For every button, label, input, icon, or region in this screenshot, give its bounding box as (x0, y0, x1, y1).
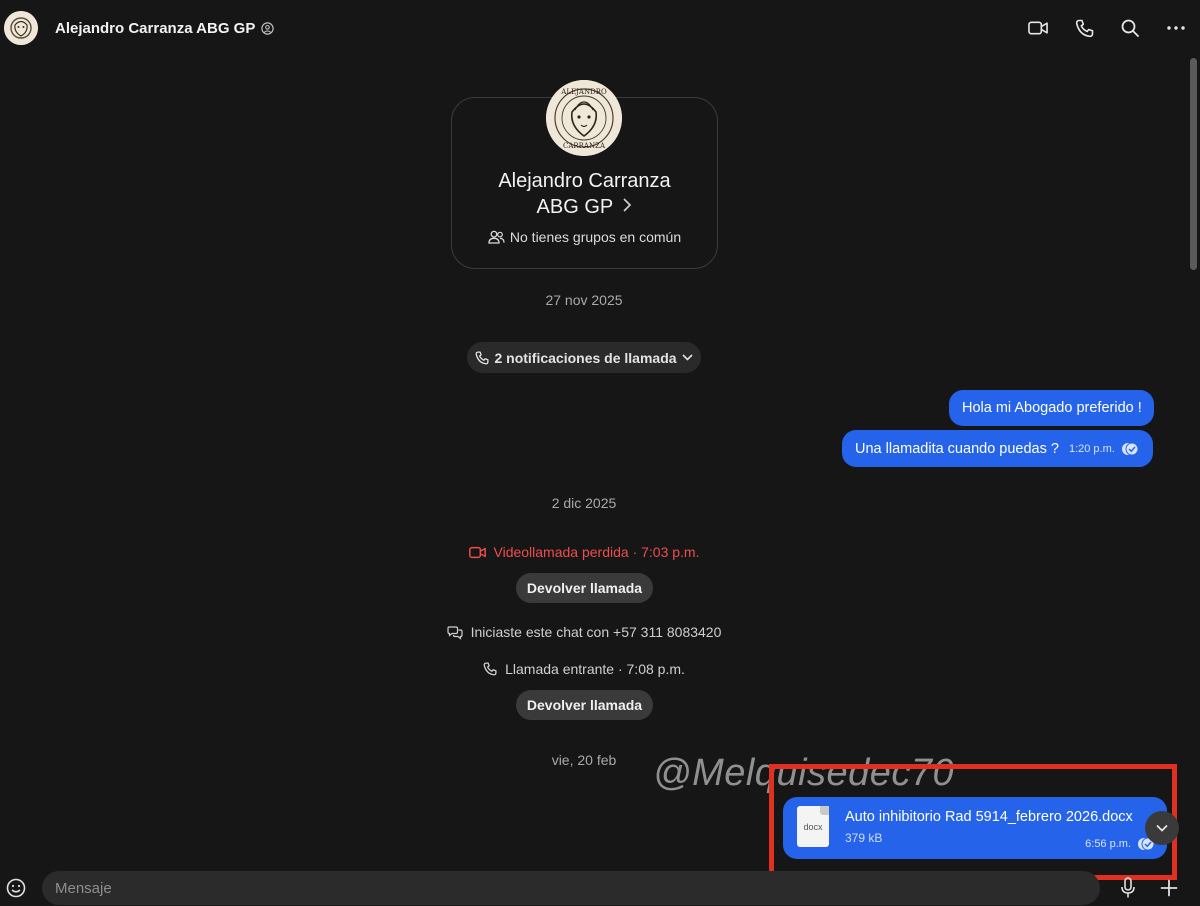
chevron-down-icon (1156, 824, 1168, 832)
more-options-button[interactable] (1166, 18, 1186, 38)
message-time: 1:20 p.m. (1068, 442, 1115, 455)
chevron-down-icon (681, 354, 693, 361)
profile-name-line1: Alejandro Carranza (498, 170, 671, 192)
contact-info-icon (261, 21, 275, 35)
video-camera-icon (468, 546, 486, 558)
callback-button[interactable]: Devolver llamada (516, 690, 653, 720)
plus-icon (1160, 879, 1178, 897)
phone-icon (483, 662, 497, 676)
search-icon (1121, 19, 1139, 37)
chat-started-event: Iniciaste este chat con +57 311 8083420 (384, 624, 784, 640)
search-button[interactable] (1120, 18, 1140, 38)
groups-icon (488, 230, 505, 244)
phone-icon (476, 350, 490, 364)
message-text: Una llamadita cuando puedas ? (855, 440, 1059, 457)
voice-call-button[interactable] (1074, 18, 1094, 38)
common-groups-text: No tienes grupos en común (509, 229, 682, 245)
more-options-icon (1167, 26, 1185, 30)
contact-name[interactable]: Alejandro Carranza ABG GP (55, 20, 255, 37)
read-receipt-icon (1121, 442, 1139, 456)
avatar-text-bottom: CARRANZA (563, 142, 606, 150)
profile-name[interactable]: Alejandro Carranza ABG GP (451, 168, 718, 220)
chat-started-text: Iniciaste este chat con +57 311 8083420 (470, 624, 722, 640)
incoming-call-text: Llamada entrante · 7:08 p.m. (505, 661, 685, 677)
date-separator: 27 nov 2025 (545, 292, 623, 308)
incoming-call-event: Llamada entrante · 7:08 p.m. (384, 661, 784, 677)
outgoing-message[interactable]: Hola mi Abogado preferido ! (949, 390, 1154, 426)
voice-message-button[interactable] (1117, 876, 1139, 900)
video-camera-icon (1028, 21, 1048, 35)
profile-name-line2: ABG GP (536, 196, 613, 218)
chat-bubbles-icon (447, 625, 463, 640)
emoji-icon (6, 878, 26, 898)
microphone-icon (1121, 877, 1135, 898)
call-notifications-label: 2 notificaciones de llamada (494, 349, 677, 366)
call-notifications-toggle[interactable]: 2 notificaciones de llamada (467, 342, 701, 373)
chevron-right-icon (623, 198, 632, 212)
contact-avatar[interactable] (4, 11, 38, 45)
highlight-annotation-box (769, 764, 1177, 880)
avatar-text-top: ALEJANDRO (560, 88, 607, 96)
video-call-button[interactable] (1028, 18, 1048, 38)
missed-video-call-text: Videollamada perdida · 7:03 p.m. (493, 544, 700, 560)
outgoing-message[interactable]: Una llamadita cuando puedas ? 1:20 p.m. (842, 430, 1153, 467)
chat-header: Alejandro Carranza ABG GP (0, 0, 1200, 56)
lion-logo-icon: ALEJANDRO CARRANZA (546, 80, 622, 156)
scroll-to-bottom-button[interactable] (1145, 811, 1179, 845)
message-text: Hola mi Abogado preferido ! (962, 400, 1142, 416)
message-composer (0, 868, 1200, 906)
common-groups-info: No tienes grupos en común (451, 229, 718, 245)
emoji-button[interactable] (5, 877, 27, 899)
scrollbar[interactable] (1190, 58, 1197, 270)
date-separator: 2 dic 2025 (551, 495, 617, 511)
lion-logo-icon (4, 11, 38, 45)
phone-icon (1075, 19, 1093, 37)
attach-button[interactable] (1158, 877, 1180, 899)
message-input[interactable] (42, 871, 1100, 905)
missed-video-call-event: Videollamada perdida · 7:03 p.m. (434, 544, 734, 560)
contact-profile-avatar[interactable]: ALEJANDRO CARRANZA (546, 80, 622, 156)
profile-name-line2-row: ABG GP (451, 194, 718, 220)
callback-button[interactable]: Devolver llamada (516, 573, 653, 603)
